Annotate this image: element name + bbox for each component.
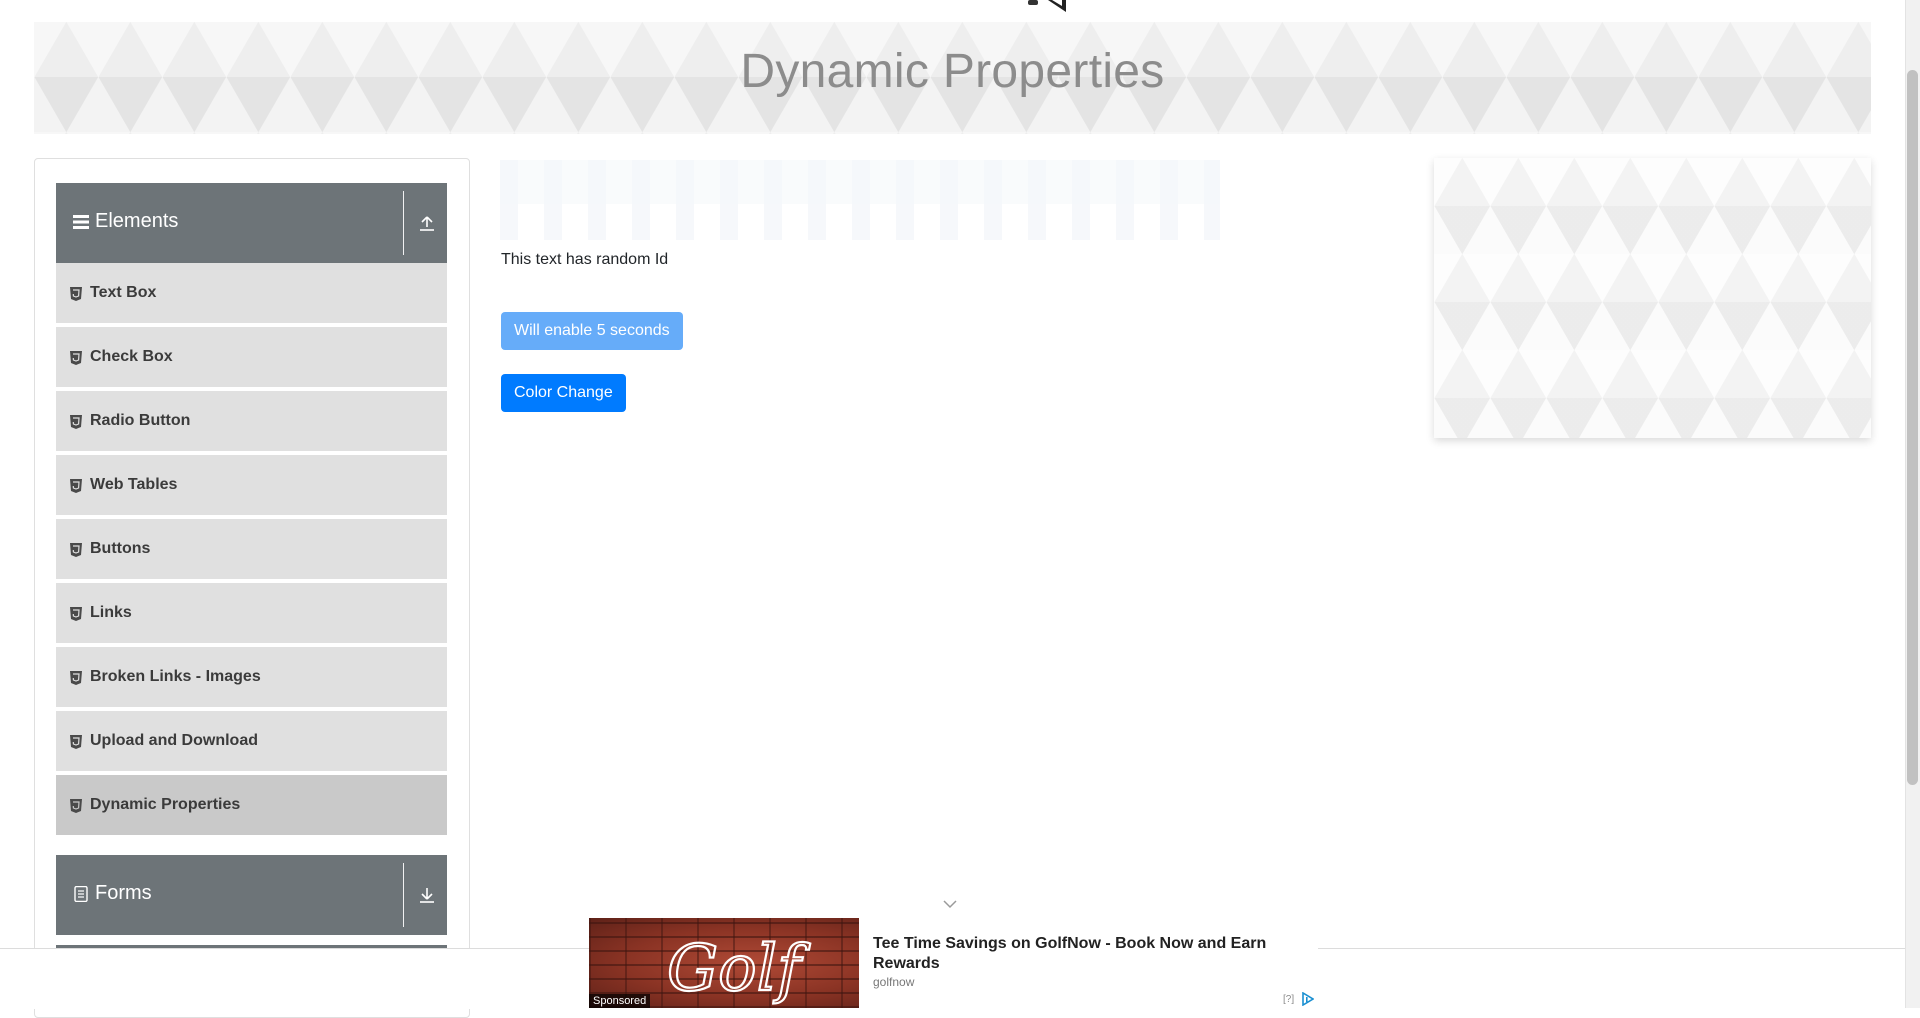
group-title-elements: Elements — [95, 210, 179, 232]
expand-down-icon[interactable] — [418, 886, 436, 904]
sponsored-label: Sponsored — [589, 994, 651, 1008]
group-header-elements[interactable]: Elements — [56, 183, 447, 263]
sidebar-item-label: Upload and Download — [90, 732, 258, 749]
header-divider — [403, 191, 404, 255]
sidebar-item-label: Links — [90, 604, 132, 621]
html5-icon — [70, 479, 82, 493]
hamburger-icon — [73, 215, 89, 229]
left-panel: Elements Text Box Check Box Radio Button… — [34, 158, 470, 1018]
page-title: Dynamic Properties — [740, 45, 1165, 98]
sidebar-item-buttons[interactable]: Buttons — [56, 519, 447, 581]
chevron-down-icon[interactable] — [942, 898, 958, 910]
color-change-button[interactable]: Color Change — [501, 374, 626, 412]
html5-icon — [70, 543, 82, 557]
group-header-forms[interactable]: Forms — [56, 855, 447, 935]
sidebar-item-label: Check Box — [90, 348, 173, 365]
ad-source[interactable]: golfnow — [873, 975, 914, 989]
html5-icon — [70, 351, 82, 365]
sidebar-item-radio-button[interactable]: Radio Button — [56, 391, 447, 453]
sidebar-item-label: Text Box — [90, 284, 157, 301]
sidebar-item-check-box[interactable]: Check Box — [56, 327, 447, 389]
random-id-text: This text has random Id — [501, 251, 669, 268]
page-banner: Dynamic Properties — [34, 22, 1871, 134]
ad-info-link[interactable]: [?] — [1283, 994, 1294, 1005]
html5-icon — [70, 287, 82, 301]
enable-after-button[interactable]: Will enable 5 seconds — [501, 312, 683, 350]
html5-icon — [70, 671, 82, 685]
html5-icon — [70, 415, 82, 429]
ad-title[interactable]: Tee Time Savings on GolfNow - Book Now a… — [873, 934, 1293, 974]
document-icon — [74, 886, 88, 902]
faded-heading-placeholder — [500, 160, 1220, 240]
sidebar-item-label: Dynamic Properties — [90, 796, 241, 813]
sidebar-item-links[interactable]: Links — [56, 583, 447, 645]
sidebar-item-text-box[interactable]: Text Box — [56, 263, 447, 325]
html5-icon — [70, 607, 82, 621]
header-divider — [403, 863, 404, 927]
sidebar-item-upload-download[interactable]: Upload and Download — [56, 711, 447, 773]
sidebar-item-label: Broken Links - Images — [90, 668, 261, 685]
ad-choices-icon[interactable] — [1300, 992, 1314, 1006]
group-title-forms: Forms — [95, 882, 152, 904]
sidebar-item-dynamic-properties[interactable]: Dynamic Properties — [56, 775, 447, 837]
logo-fragment-icon — [1028, 0, 1066, 12]
page-scrollbar[interactable] — [1905, 0, 1920, 1008]
sidebar-item-label: Radio Button — [90, 412, 191, 429]
collapse-up-icon[interactable] — [418, 214, 436, 232]
sidebar-item-web-tables[interactable]: Web Tables — [56, 455, 447, 517]
html5-icon — [70, 799, 82, 813]
ad-placeholder-right — [1434, 158, 1871, 438]
ad-image-text: Golf — [667, 932, 811, 1006]
html5-icon — [70, 735, 82, 749]
sidebar-item-label: Web Tables — [90, 476, 178, 493]
ad-image[interactable]: Golf Sponsored — [589, 918, 859, 1008]
sidebar-item-broken-links[interactable]: Broken Links - Images — [56, 647, 447, 709]
sponsored-ad-card[interactable]: Golf Sponsored Tee Time Savings on GolfN… — [589, 918, 1318, 1008]
scrollbar-thumb[interactable] — [1907, 70, 1918, 785]
sidebar-item-label: Buttons — [90, 540, 151, 557]
